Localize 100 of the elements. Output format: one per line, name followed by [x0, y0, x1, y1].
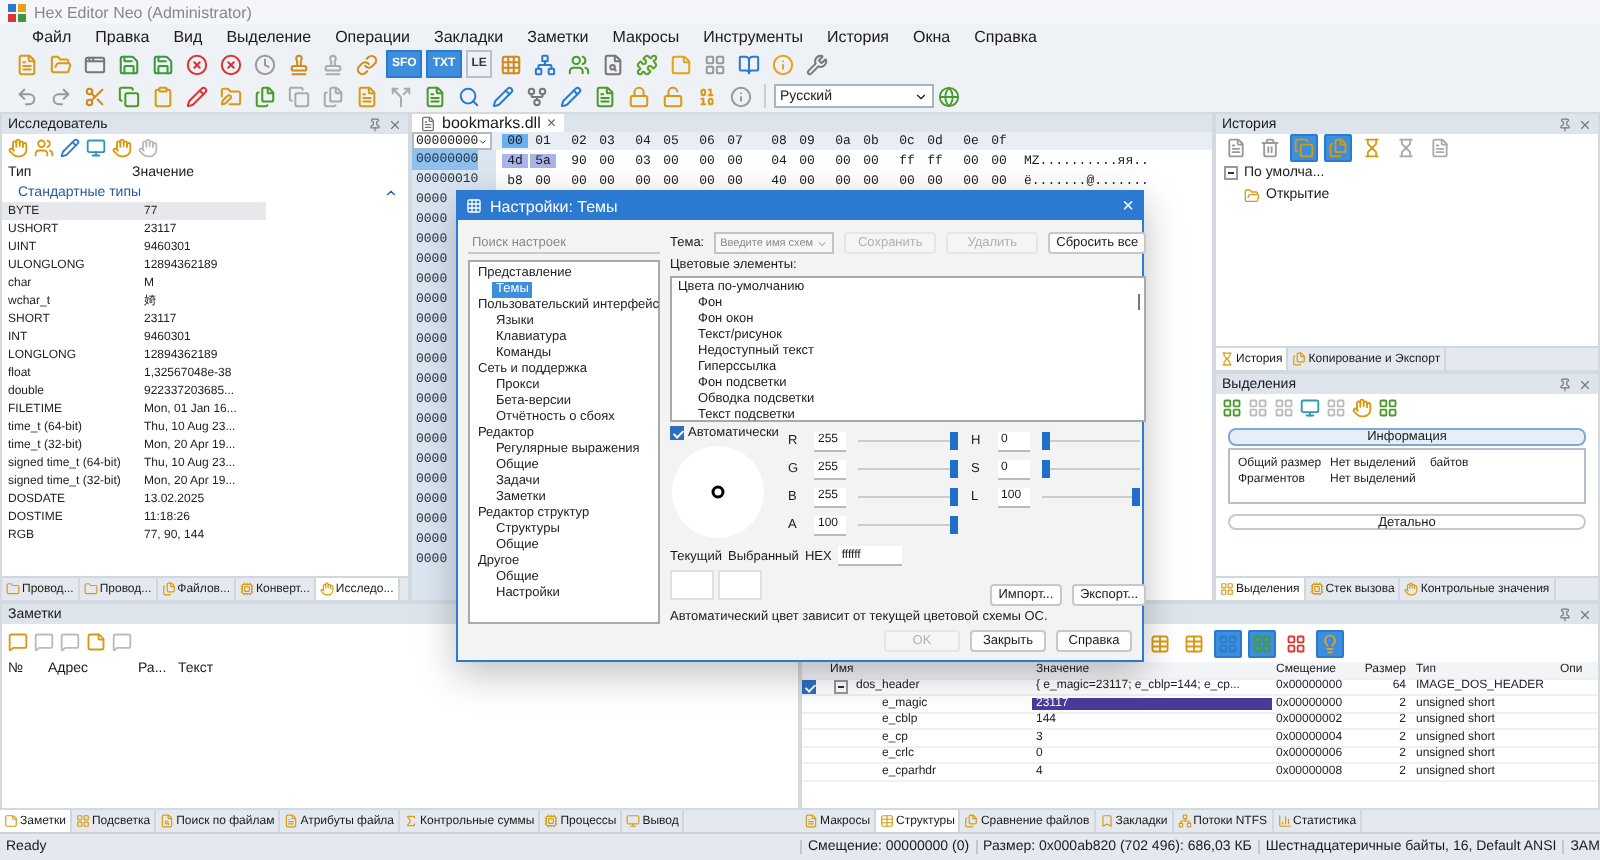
toolbar-button[interactable]: [556, 82, 586, 110]
menu-item[interactable]: Инструменты: [691, 27, 815, 45]
toolbar-button[interactable]: [114, 50, 144, 78]
comment-icon[interactable]: [8, 631, 28, 651]
toolbar-button[interactable]: [386, 82, 416, 110]
comment-icon[interactable]: [112, 631, 132, 651]
toolbar-button[interactable]: [564, 50, 595, 78]
toolbar-button[interactable]: [250, 50, 280, 78]
slider-track[interactable]: [858, 488, 958, 506]
menu-item[interactable]: Вид: [161, 27, 215, 45]
hand-icon[interactable]: [138, 138, 158, 158]
toolbar-button[interactable]: [1316, 629, 1344, 657]
collapse-icon[interactable]: [1224, 166, 1238, 180]
menu-item[interactable]: Правка: [83, 27, 162, 45]
grid-icon[interactable]: [1378, 398, 1398, 418]
toolbar-button[interactable]: [216, 82, 246, 110]
toolbar-button[interactable]: [1214, 629, 1242, 657]
menu-item[interactable]: История: [814, 27, 902, 45]
note-icon[interactable]: [86, 631, 106, 651]
pin-icon[interactable]: [1558, 607, 1572, 621]
slider-thumb[interactable]: [1041, 432, 1050, 450]
toolbar-button[interactable]: [250, 82, 280, 110]
menu-item[interactable]: Закладки: [422, 27, 516, 45]
toolbar-button[interactable]: [46, 50, 76, 78]
slider-thumb[interactable]: [949, 488, 958, 506]
slider-track[interactable]: [858, 460, 958, 478]
toolbar-button[interactable]: [522, 82, 552, 110]
files-icon: [254, 85, 276, 107]
hand-icon[interactable]: [112, 138, 132, 158]
toolbar-button[interactable]: [454, 82, 484, 110]
slider-track[interactable]: [1041, 432, 1141, 450]
slider-thumb[interactable]: [949, 460, 958, 478]
people-icon[interactable]: [34, 138, 54, 158]
puzzle-icon: [636, 53, 659, 75]
color-wheel[interactable]: [670, 444, 766, 540]
close-button[interactable]: ×: [1122, 195, 1134, 217]
grid-icon[interactable]: [1326, 398, 1346, 418]
toolbar-button[interactable]: [734, 50, 765, 78]
grid-icon[interactable]: [1248, 398, 1268, 418]
slider-thumb[interactable]: [1041, 460, 1050, 478]
toolbar-button[interactable]: [726, 82, 756, 110]
grid-icon[interactable]: [1274, 398, 1294, 418]
menu-item[interactable]: Заметки: [515, 27, 601, 45]
toolbar-button[interactable]: [1426, 134, 1454, 162]
menu-item[interactable]: Операции: [323, 27, 422, 45]
toolbar-button[interactable]: [624, 82, 654, 110]
slider-thumb[interactable]: [1132, 488, 1141, 506]
link-icon: [356, 53, 378, 75]
grid-icon[interactable]: [1222, 398, 1242, 418]
toolbar-button[interactable]: [658, 82, 688, 110]
slider-thumb[interactable]: [949, 516, 958, 534]
menu-item[interactable]: Окна: [901, 27, 963, 45]
table-icon: [1184, 633, 1204, 653]
comment-icon[interactable]: [34, 631, 54, 651]
toolbar-button[interactable]: [632, 50, 663, 78]
toolbar-button[interactable]: [284, 82, 314, 110]
menu-item[interactable]: Файл: [20, 27, 84, 45]
slider-track[interactable]: [1041, 460, 1141, 478]
toolbar-button[interactable]: [352, 50, 382, 78]
toolbar-button[interactable]: [182, 82, 212, 110]
toolbar-button[interactable]: [802, 50, 833, 78]
menu-item[interactable]: Выделение: [214, 27, 324, 45]
close-icon[interactable]: [1578, 377, 1592, 391]
collapse-icon[interactable]: [384, 185, 398, 199]
pin-icon[interactable]: [1558, 117, 1572, 131]
scrollbar-thumb[interactable]: [1138, 294, 1141, 310]
pencil-icon[interactable]: [60, 138, 80, 158]
monitor-icon[interactable]: [1300, 398, 1320, 418]
slider-track[interactable]: [1041, 488, 1141, 506]
toolbar-button[interactable]: [488, 82, 518, 110]
comment-icon[interactable]: [60, 631, 80, 651]
close-icon[interactable]: [1578, 607, 1592, 621]
document-tab[interactable]: bookmarks.dll ×: [412, 114, 565, 132]
toolbar-button[interactable]: [318, 82, 348, 110]
toolbar-button[interactable]: [114, 82, 144, 110]
hand-icon[interactable]: [8, 138, 28, 158]
slider-track[interactable]: [858, 432, 958, 450]
close-icon[interactable]: [388, 117, 402, 131]
close-icon[interactable]: [1578, 117, 1592, 131]
info-icon: [730, 85, 752, 107]
menu-item[interactable]: Справка: [962, 27, 1049, 45]
pin-icon[interactable]: [368, 117, 382, 131]
hand-icon: [319, 582, 334, 596]
toolbar-button[interactable]: [1256, 134, 1284, 162]
hand-icon[interactable]: [1352, 398, 1372, 418]
monitor-icon[interactable]: [86, 138, 106, 158]
pin-icon[interactable]: [1558, 377, 1572, 391]
checkbox[interactable]: [670, 426, 684, 440]
menu-item[interactable]: Макросы: [600, 27, 692, 45]
toolbar-button[interactable]: [1248, 629, 1276, 657]
toolbar-button[interactable]: [768, 50, 799, 78]
collapse-icon[interactable]: [834, 679, 848, 694]
toolbar-button[interactable]: [182, 50, 212, 78]
slider-track[interactable]: [858, 516, 958, 534]
toolbar-button[interactable]: [216, 50, 246, 78]
toolbar-button[interactable]: [148, 50, 178, 78]
slider-thumb[interactable]: [949, 432, 958, 450]
toolbar-button[interactable]: [530, 50, 561, 78]
globe-icon[interactable]: [938, 85, 960, 107]
document-icon: [284, 814, 299, 828]
